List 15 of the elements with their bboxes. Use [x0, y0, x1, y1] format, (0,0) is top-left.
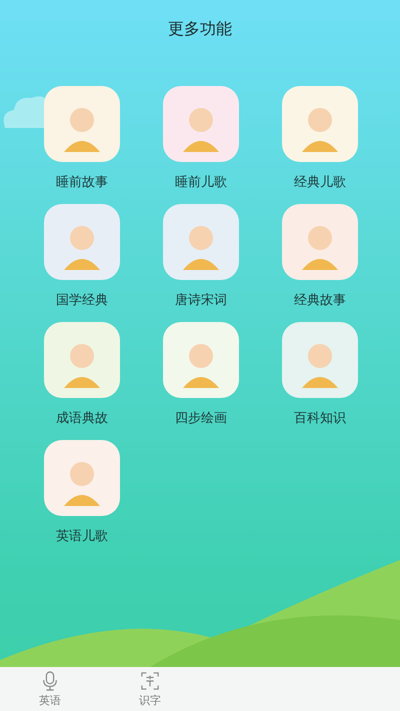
feature-button[interactable]: 唐诗宋词 — [151, 204, 251, 310]
feature-button[interactable]: 睡前故事 — [32, 86, 132, 192]
microphone-icon — [41, 670, 59, 690]
feature-button[interactable]: 国学经典 — [32, 204, 132, 310]
tab-button[interactable]: 识字 — [100, 667, 200, 711]
feature-button[interactable]: 成语典故 — [32, 322, 132, 428]
feature-button[interactable]: 经典故事 — [270, 204, 370, 310]
scan-icon — [141, 670, 159, 690]
feature-button[interactable]: 经典儿歌 — [270, 86, 370, 192]
feature-button[interactable]: 四步绘画 — [151, 322, 251, 428]
feature-button[interactable]: 英语儿歌 — [32, 440, 132, 546]
feature-button[interactable]: 百科知识 — [270, 322, 370, 428]
feature-button[interactable]: 睡前儿歌 — [151, 86, 251, 192]
page-title: 更多功能 — [167, 18, 233, 40]
tab-button[interactable]: 英语 — [0, 667, 100, 711]
